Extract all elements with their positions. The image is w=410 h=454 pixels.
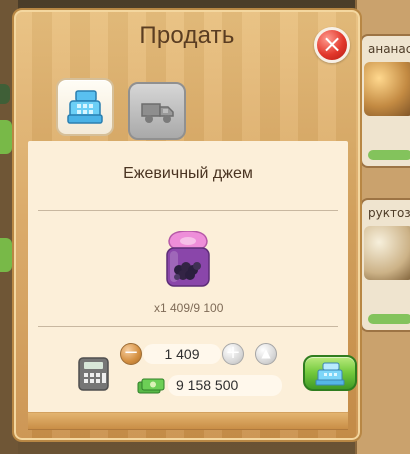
top-separator [38,210,338,211]
game-screen: ананасн руктоза Продать × [0,0,410,454]
background-card-2: руктоза [360,198,410,332]
background-card-1: ананасн [360,34,410,168]
decrease-quantity-button[interactable]: − [120,343,142,365]
close-button[interactable]: × [314,27,350,63]
background-card-1-bar [368,150,410,160]
background-card-2-title: руктоза [368,206,410,220]
background-card-1-title: ананасн [368,42,410,56]
background-left-green-bar-2 [0,238,12,272]
cash-register-icon [315,362,345,386]
cash-register-icon [67,90,103,124]
max-icon: ▲ [261,346,271,360]
dialog-title: Продать [139,22,235,49]
truck-icon [141,103,174,123]
background-left-marker [0,84,10,104]
dialog-footer-bar [28,412,348,430]
sell-dialog: Продать × Ежевичный джем x1 409/9 100 − … [12,8,362,442]
total-price: 9 158 500 [168,375,282,396]
background-left-green-bar [0,120,12,154]
jam-jar-icon [166,230,210,287]
quantity-value[interactable]: 1 409 [143,344,221,364]
plus-icon: + [225,342,241,363]
background-card-2-bar [368,314,410,324]
blackberry-jam-jar [160,230,216,293]
item-quantity-total: x1 409/9 100 [154,301,224,315]
max-quantity-button[interactable]: ▲ [255,343,277,365]
tab-sell[interactable] [56,78,114,136]
close-icon: × [321,30,343,58]
minus-icon: − [123,342,139,363]
bottom-separator [38,326,338,327]
tab-trade[interactable] [128,82,186,140]
fruit-bowl-thumbnail [364,226,410,280]
confirm-sell-button[interactable] [303,355,357,391]
increase-quantity-button[interactable]: + [222,343,244,365]
money-icon [137,377,165,395]
sell-content-panel: Ежевичный джем x1 409/9 100 − 1 409 + ▲ … [28,141,357,413]
pineapple-basket-thumbnail [364,62,410,116]
calculator-icon [76,355,111,393]
item-name: Ежевичный джем [123,165,253,182]
